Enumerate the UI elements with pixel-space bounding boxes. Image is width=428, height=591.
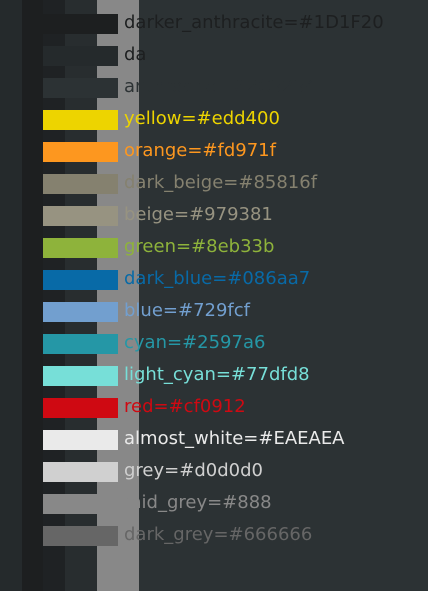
color-label: light_cyan=#77dfd8 <box>124 364 310 385</box>
color-swatch <box>43 430 118 450</box>
color-row: yellow=#edd400 <box>0 108 428 131</box>
color-swatch <box>43 238 118 258</box>
color-label: red=#cf0912 <box>124 396 246 417</box>
color-row: almost_white=#EAEAEA <box>0 428 428 451</box>
color-label: beige=#979381 <box>124 204 273 225</box>
color-row: mid_grey=#888 <box>0 492 428 515</box>
color-row: blue=#729fcf <box>0 300 428 323</box>
color-row: anthracite=#2C3234 <box>0 76 428 99</box>
color-swatch <box>43 334 118 354</box>
color-row: green=#8eb33b <box>0 236 428 259</box>
color-row: light_cyan=#77dfd8 <box>0 364 428 387</box>
color-row: dark_grey=#666666 <box>0 524 428 547</box>
color-swatch <box>43 366 118 386</box>
color-label: green=#8eb33b <box>124 236 275 257</box>
color-swatch <box>43 398 118 418</box>
color-row: orange=#fd971f <box>0 140 428 163</box>
color-label: mid_grey=#888 <box>124 492 272 513</box>
color-label: da <box>124 44 147 65</box>
color-swatch <box>43 110 118 130</box>
color-row: darker_anthracite=#1D1F20 <box>0 12 428 35</box>
color-label: dark_beige=#85816f <box>124 172 318 193</box>
color-swatch <box>43 526 118 546</box>
color-swatch <box>43 14 118 34</box>
color-row: dark_beige=#85816f <box>0 172 428 195</box>
color-row: red=#cf0912 <box>0 396 428 419</box>
color-swatch <box>43 462 118 482</box>
color-label: anthracite=#2C3234 <box>124 76 317 97</box>
color-row: cyan=#2597a6 <box>0 332 428 355</box>
color-row: grey=#d0d0d0 <box>0 460 428 483</box>
color-label: yellow=#edd400 <box>124 108 280 129</box>
color-swatch <box>43 78 118 98</box>
color-label: darker_anthracite=#1D1F20 <box>124 12 384 33</box>
color-label: dark_grey=#666666 <box>124 524 313 545</box>
color-swatch <box>43 270 118 290</box>
color-swatch <box>43 174 118 194</box>
color-swatch <box>43 46 118 66</box>
color-label: dark_blue=#086aa7 <box>124 268 311 289</box>
color-label: cyan=#2597a6 <box>124 332 266 353</box>
color-label: blue=#729fcf <box>124 300 250 321</box>
color-swatch <box>43 142 118 162</box>
color-swatch <box>43 206 118 226</box>
color-row: da <box>0 44 428 67</box>
color-label: grey=#d0d0d0 <box>124 460 263 481</box>
color-row: dark_blue=#086aa7 <box>0 268 428 291</box>
color-label: almost_white=#EAEAEA <box>124 428 345 449</box>
color-swatch <box>43 302 118 322</box>
color-label: orange=#fd971f <box>124 140 276 161</box>
color-swatch <box>43 494 118 514</box>
color-row: beige=#979381 <box>0 204 428 227</box>
